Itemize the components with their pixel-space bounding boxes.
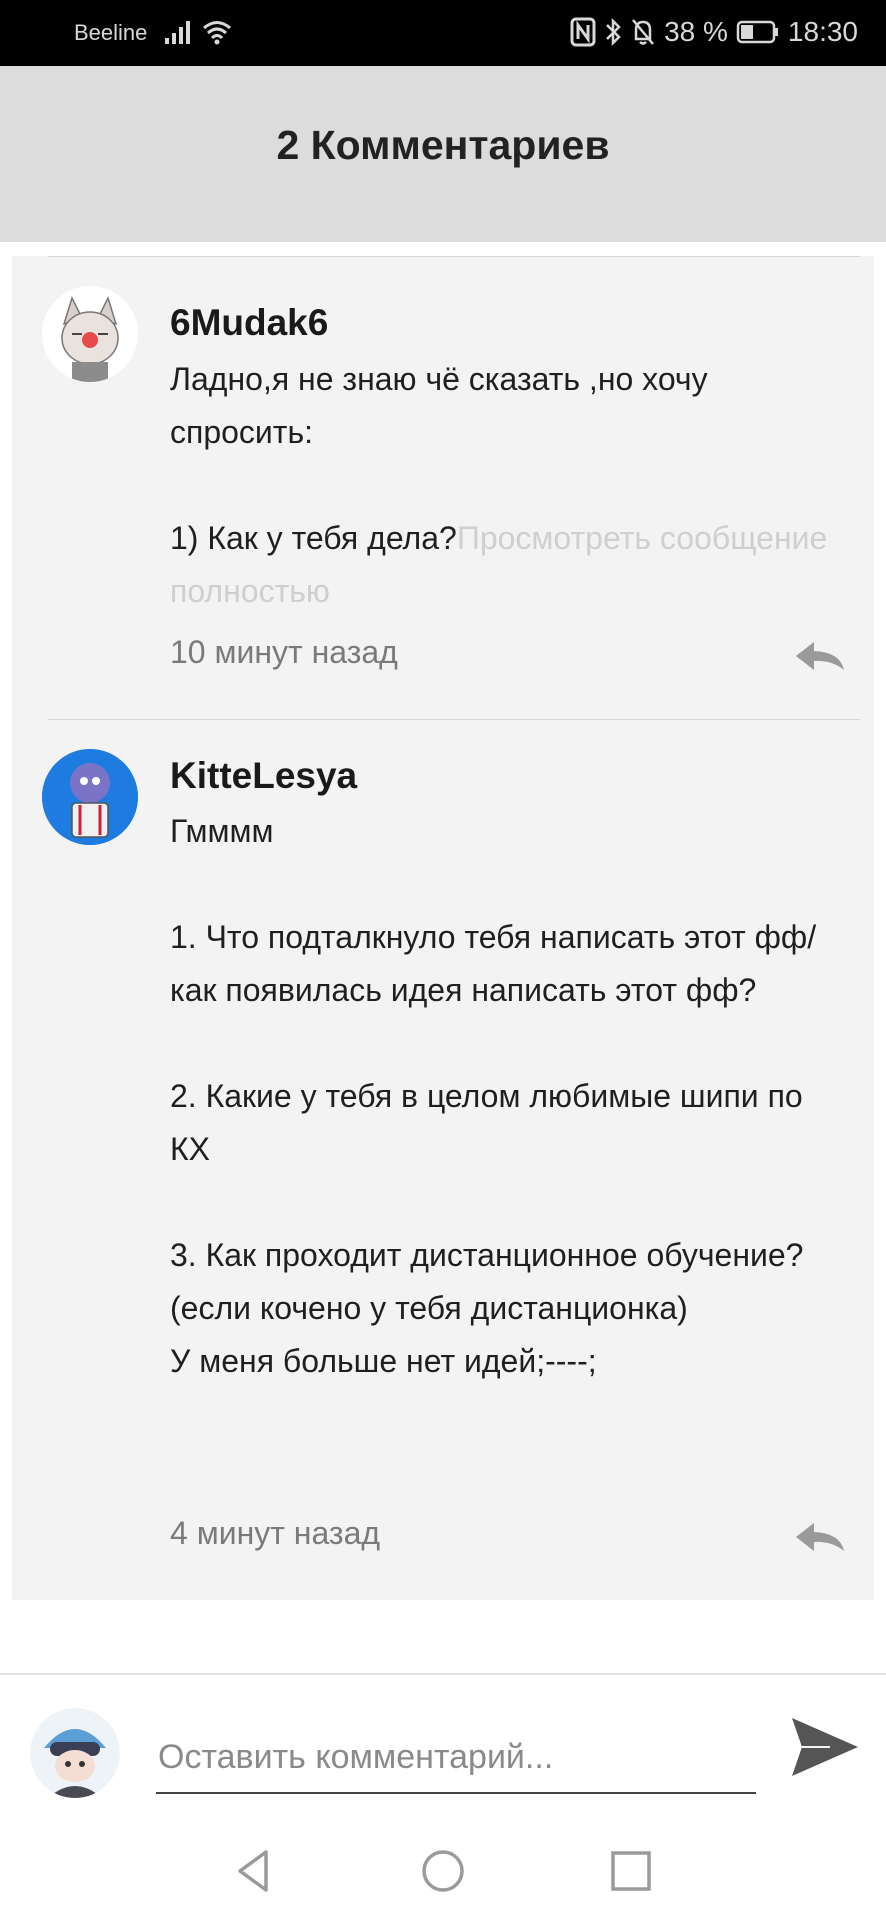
battery-percent: 38 % [664,16,728,47]
cat-avatar-icon [42,286,138,382]
page-title: 2 Комментариев [276,122,610,168]
battery-icon [736,20,778,44]
comment-input[interactable] [156,1722,756,1794]
nfc-icon [570,17,596,47]
character-avatar-icon [42,749,138,845]
send-icon[interactable] [786,1708,864,1786]
comments-header: 2 Комментариев [0,66,886,242]
recents-icon[interactable] [606,1846,656,1896]
reply-icon[interactable] [792,1519,848,1555]
comment-author[interactable]: 6Mudak6 [170,302,328,344]
home-icon[interactable] [418,1846,468,1896]
clock: 18:30 [787,16,858,47]
comment-timestamp: 4 минут назад [170,1515,381,1551]
user-avatar-icon [30,1708,120,1798]
carrier-label: Beeline [74,20,148,45]
avatar[interactable] [42,749,138,845]
bell-off-icon [632,19,655,45]
avatar[interactable] [42,286,138,382]
comment-body: Гмммм 1. Что подталкнуло тебя написать э… [170,813,817,1379]
signal-icon [165,21,190,44]
comment-item: 6Mudak6 Ладно,я не знаю чё сказать ,но х… [12,256,874,718]
wifi-icon [203,21,231,45]
comment-text: Ладно,я не знаю чё сказать ,но хочу спро… [170,353,830,618]
input-bar-divider [0,1673,886,1675]
reply-icon[interactable] [792,638,848,674]
back-icon[interactable] [230,1846,280,1896]
system-nav-bar [0,1820,886,1920]
comment-author[interactable]: KitteLesya [170,755,357,797]
comment-timestamp: 10 минут назад [170,634,398,670]
comments-list: 6Mudak6 Ладно,я не знаю чё сказать ,но х… [12,256,874,1600]
comment-item: KitteLesya Гмммм 1. Что подталкнуло тебя… [12,719,874,1599]
bluetooth-icon [606,17,621,47]
status-bar: Beeline 38 % 18:30 [0,0,886,66]
status-right: 38 % 18:30 [570,16,858,48]
my-avatar [30,1708,120,1798]
